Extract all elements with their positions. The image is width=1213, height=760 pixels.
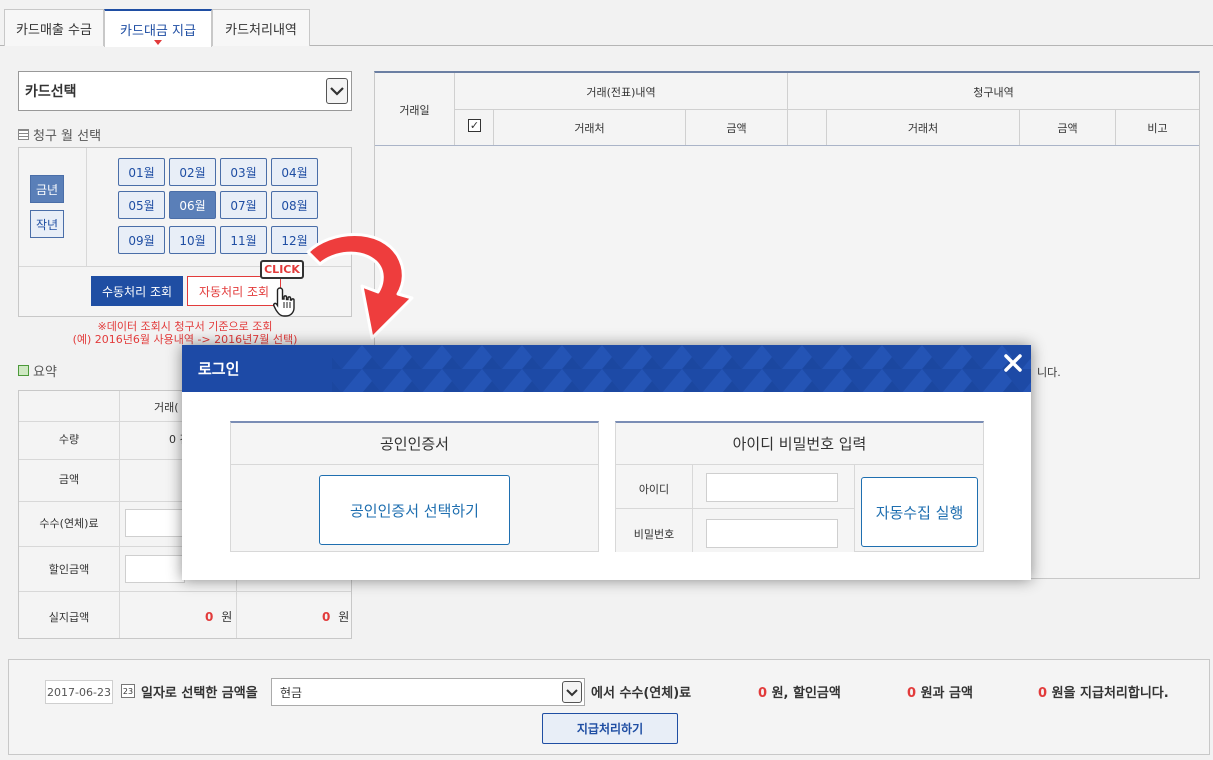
divider — [616, 508, 854, 509]
tab-card-history[interactable]: 카드처리내역 — [212, 9, 310, 46]
net-amount-2: 0 — [322, 610, 331, 624]
date-input[interactable]: 2017-06-23 — [45, 680, 113, 704]
net-amount-1: 0 — [205, 610, 214, 624]
col-header-tx-amount: 금액 — [726, 122, 747, 135]
month-button-01[interactable]: 01월 — [118, 158, 165, 186]
close-icon[interactable] — [1003, 353, 1023, 373]
summary-label-qty: 수량 — [58, 433, 80, 446]
id-password-section: 아이디 비밀번호 입력 아이디 비밀번호 자동수집 실행 — [615, 421, 984, 552]
select-all-checkbox[interactable]: ✓ — [468, 119, 481, 132]
summary-title-text: 요약 — [33, 365, 57, 380]
and-text: 원과 금액 — [920, 686, 973, 701]
submit-payment-button[interactable]: 지급처리하기 — [542, 713, 678, 744]
summary-header: 거래( — [154, 401, 179, 414]
net-amount-2-unit: 원 — [338, 610, 350, 624]
id-input[interactable] — [706, 473, 838, 502]
month-button-02[interactable]: 02월 — [169, 158, 216, 186]
password-label: 비밀번호 — [633, 528, 675, 541]
col-header-bill-amount: 금액 — [1057, 122, 1078, 135]
tab-label: 카드대금 지급 — [120, 23, 196, 39]
month-button-06[interactable]: 06월 — [169, 191, 216, 219]
summary-label-net: 실지급액 — [48, 611, 90, 624]
summary-label-fee: 수수(연체)료 — [39, 517, 99, 530]
discount-amount: 0 — [907, 686, 917, 701]
divider — [86, 148, 87, 266]
tab-bar: 카드매출 수금 카드대금 지급 카드처리내역 — [0, 0, 1213, 47]
calendar-icon[interactable]: 23 — [121, 684, 135, 698]
discount-text: 원, 할인금액 — [771, 686, 841, 701]
card-select-dropdown[interactable]: 카드선택 — [18, 71, 352, 111]
login-modal: 로그인 공인인증서 공인인증서 선택하기 아이디 비밀번호 입력 아이디 비밀번… — [182, 345, 1031, 580]
last-year-button[interactable]: 작년 — [30, 210, 64, 238]
payment-bar: 2017-06-23 23 일자로 선택한 금액을 현금 에서 수수(연체)료 … — [8, 659, 1210, 755]
fee-amount: 0 — [758, 686, 768, 701]
auto-query-button[interactable]: 자동처리 조회 — [187, 276, 281, 306]
discount-input[interactable] — [125, 555, 185, 583]
divider — [119, 391, 120, 638]
id-label: 아이디 — [638, 483, 670, 496]
col-group-transaction: 거래(전표)내역 — [586, 86, 656, 99]
month-button-03[interactable]: 03월 — [220, 158, 267, 186]
table-row — [19, 591, 351, 592]
divider — [455, 109, 1199, 110]
select-certificate-button[interactable]: 공인인증서 선택하기 — [319, 475, 510, 545]
hand-cursor-icon — [273, 287, 295, 317]
month-button-08[interactable]: 08월 — [271, 191, 318, 219]
curved-arrow-icon — [306, 233, 414, 340]
chevron-down-icon[interactable] — [562, 681, 582, 703]
month-button-05[interactable]: 05월 — [118, 191, 165, 219]
payment-method-select[interactable]: 현금 — [271, 678, 585, 706]
tab-label: 카드처리내역 — [225, 22, 297, 38]
col-header-tx-vendor: 거래처 — [574, 122, 605, 135]
select-text: 일자로 선택한 금액을 — [141, 686, 258, 701]
col-header-bill-vendor: 거래처 — [907, 122, 939, 135]
summary-label-amount: 금액 — [58, 473, 80, 486]
certificate-section: 공인인증서 공인인증서 선택하기 — [230, 421, 599, 552]
divider — [375, 145, 1199, 146]
header-pattern — [332, 345, 1031, 392]
tab-card-sales-collection[interactable]: 카드매출 수금 — [4, 9, 104, 46]
col-header-bill-note: 비고 — [1147, 122, 1168, 135]
payment-method-value: 현금 — [280, 685, 303, 700]
run-auto-collect-button[interactable]: 자동수집 실행 — [861, 477, 978, 547]
fee-text: 에서 수수(연체)료 — [591, 686, 692, 701]
this-year-button[interactable]: 금년 — [30, 175, 64, 203]
net-amount-1-unit: 원 — [221, 610, 233, 624]
id-password-title: 아이디 비밀번호 입력 — [616, 423, 983, 465]
month-button-04[interactable]: 04월 — [271, 158, 318, 186]
end-text: 원을 지급처리합니다. — [1051, 686, 1169, 701]
modal-title: 로그인 — [198, 360, 240, 378]
month-button-11[interactable]: 11월 — [220, 226, 267, 254]
billing-month-title: 청구 월 선택 — [18, 125, 101, 144]
divider — [854, 465, 855, 552]
click-callout: CLICK — [260, 260, 304, 279]
password-input[interactable] — [706, 519, 838, 548]
tab-card-payment[interactable]: 카드대금 지급 — [104, 9, 212, 47]
card-select-value: 카드선택 — [25, 84, 77, 100]
id-password-fields: 아이디 비밀번호 — [616, 465, 855, 552]
modal-header: 로그인 — [182, 345, 1031, 392]
col-group-billing: 청구내역 — [973, 86, 1014, 99]
caret-down-icon — [154, 40, 162, 45]
list-icon — [18, 129, 29, 140]
manual-query-button[interactable]: 수동처리 조회 — [91, 276, 183, 306]
summary-title: 요약 — [18, 361, 57, 380]
empty-message-fragment: 니다. — [1037, 366, 1061, 379]
summary-label-discount: 할인금액 — [48, 563, 90, 576]
chevron-down-icon[interactable] — [326, 78, 348, 104]
tab-label: 카드매출 수금 — [16, 22, 92, 38]
billing-month-title-text: 청구 월 선택 — [33, 129, 102, 144]
month-button-09[interactable]: 09월 — [118, 226, 165, 254]
pay-amount: 0 — [1038, 686, 1048, 701]
col-header-date: 거래일 — [399, 104, 430, 117]
month-button-10[interactable]: 10월 — [169, 226, 216, 254]
month-button-07[interactable]: 07월 — [220, 191, 267, 219]
add-list-icon — [18, 365, 29, 376]
fee-input[interactable] — [125, 509, 185, 537]
certificate-title: 공인인증서 — [231, 423, 598, 465]
